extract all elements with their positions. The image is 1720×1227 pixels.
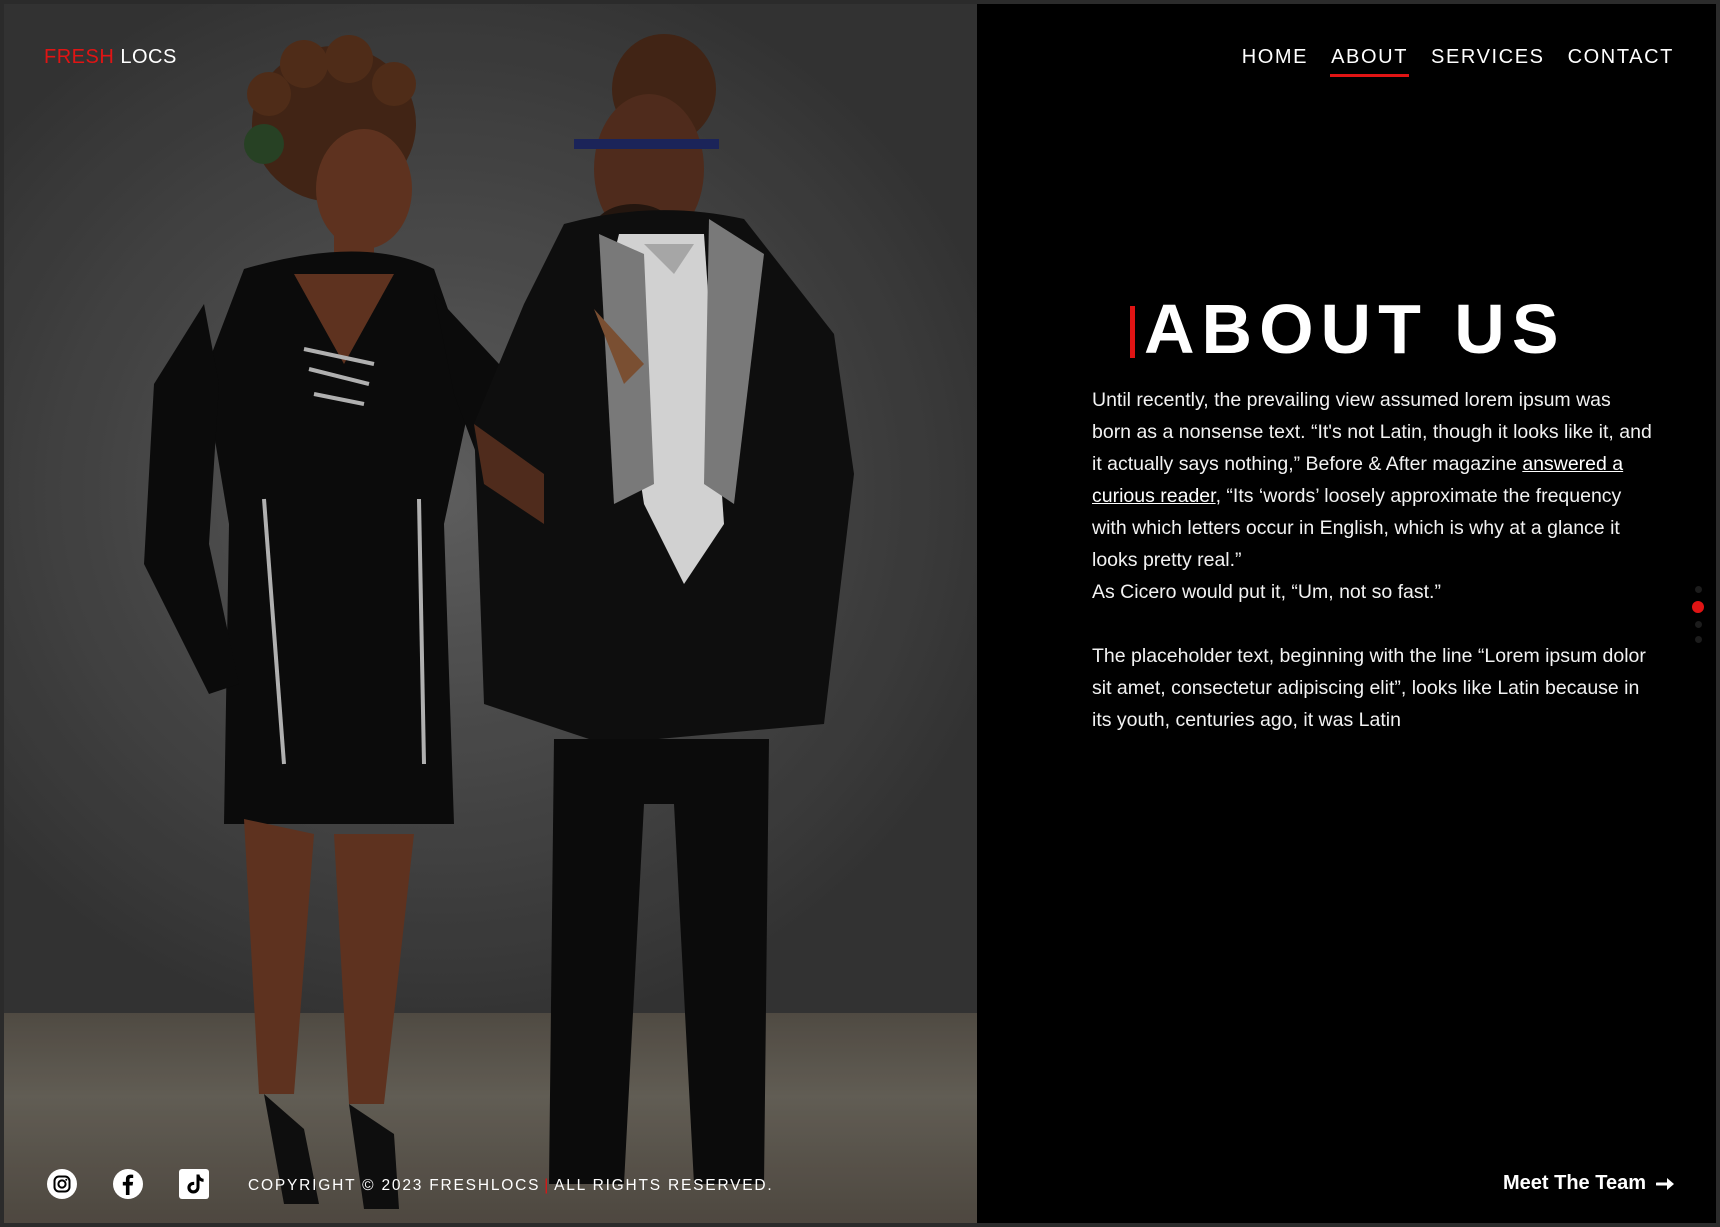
photo-overlay: [4, 4, 977, 1223]
nav-home[interactable]: HOME: [1242, 46, 1308, 77]
nav-about[interactable]: ABOUT: [1330, 46, 1409, 77]
meet-the-team-button[interactable]: Meet The Team: [1503, 1172, 1676, 1195]
nav-services[interactable]: SERVICES: [1431, 46, 1545, 77]
nav-contact[interactable]: CONTACT: [1568, 46, 1674, 77]
about-body: Until recently, the prevailing view assu…: [1092, 384, 1652, 736]
copyright-text: COPYRIGHT © 2023 FRESHLOCS | ALL RIGHTS RE…: [248, 1177, 774, 1195]
main-nav: HOME ABOUT SERVICES CONTACT: [1242, 46, 1674, 77]
heading-accent-bar: [1130, 306, 1135, 358]
pagination-dot-active[interactable]: [1692, 601, 1704, 613]
pagination-dot[interactable]: [1694, 621, 1702, 628]
about-paragraph-1: Until recently, the prevailing view assu…: [1092, 384, 1652, 576]
page-title: ABOUT US: [1144, 290, 1566, 368]
logo-locs: LOCS: [120, 46, 177, 68]
meet-the-team-label: Meet The Team: [1503, 1172, 1646, 1194]
facebook-icon[interactable]: [112, 1168, 144, 1200]
copyright-separator: |: [544, 1177, 551, 1194]
pagination-dot[interactable]: [1694, 586, 1702, 593]
page-frame: FRESH LOCS HOME ABOUT SERVICES CONTACT A…: [4, 4, 1716, 1223]
site-logo[interactable]: FRESH LOCS: [44, 46, 177, 69]
section-pagination: [1692, 586, 1704, 643]
logo-fresh: FRESH: [44, 46, 115, 68]
about-paragraph-3: The placeholder text, beginning with the…: [1092, 645, 1646, 731]
copyright-main: COPYRIGHT © 2023 FRESHLOCS: [248, 1177, 541, 1194]
tiktok-icon[interactable]: [178, 1168, 210, 1200]
pagination-dot[interactable]: [1694, 636, 1702, 643]
about-paragraph-2: As Cicero would put it, “Um, not so fast…: [1092, 581, 1441, 603]
social-links: [46, 1168, 210, 1200]
copyright-rights: ALL RIGHTS RESERVED.: [554, 1177, 774, 1194]
instagram-icon[interactable]: [46, 1168, 78, 1200]
about-heading: ABOUT US: [1130, 294, 1566, 364]
hero-photo: [4, 4, 977, 1223]
arrow-right-icon: [1656, 1177, 1674, 1190]
